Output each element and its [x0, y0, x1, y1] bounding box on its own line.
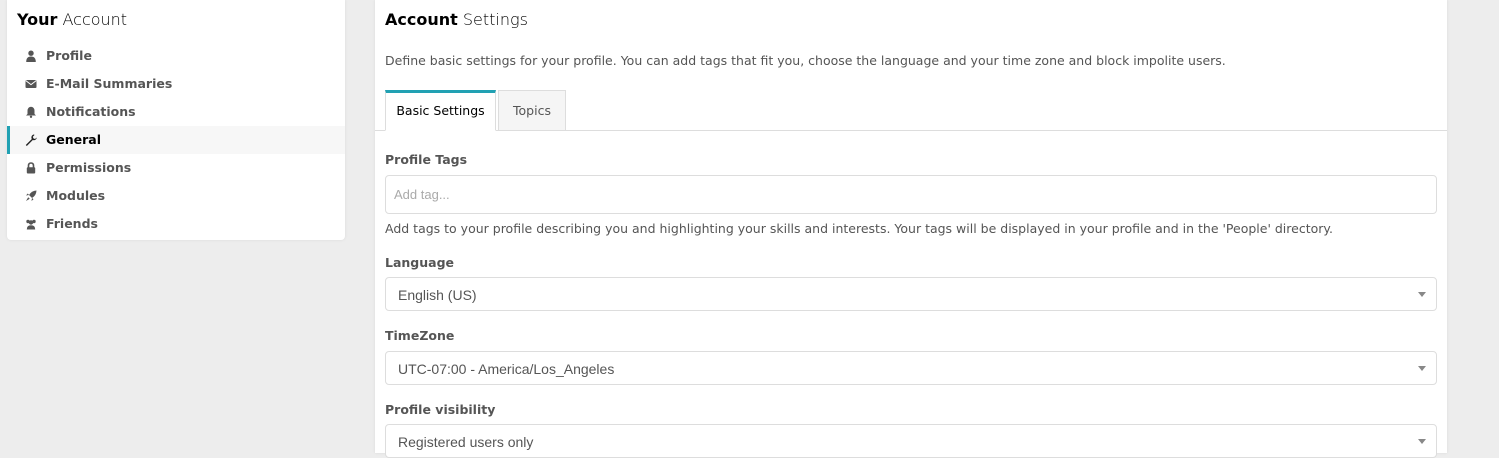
- bell-icon: [25, 106, 37, 118]
- timezone-label: TimeZone: [385, 328, 455, 343]
- profile-tags-help: Add tags to your profile describing you …: [385, 221, 1333, 236]
- lock-icon: [25, 162, 37, 174]
- page-title: Account Settings: [385, 10, 528, 29]
- account-settings-panel: Account Settings Define basic settings f…: [375, 0, 1447, 458]
- sidebar-title: Your Account: [17, 10, 128, 29]
- sidebar-item-permissions[interactable]: Permissions: [7, 154, 345, 182]
- account-menu: Profile E-Mail Summaries Notifications G…: [7, 42, 345, 238]
- profile-visibility-label: Profile visibility: [385, 402, 496, 417]
- envelope-icon: [25, 78, 37, 90]
- sidebar-item-modules[interactable]: Modules: [7, 182, 345, 210]
- sidebar-item-profile[interactable]: Profile: [7, 42, 345, 70]
- sidebar-item-label: Friends: [46, 216, 98, 231]
- chevron-down-icon: [1418, 292, 1426, 297]
- tab-topics[interactable]: Topics: [498, 90, 566, 130]
- sidebar-item-label: Profile: [46, 48, 92, 63]
- settings-description: Define basic settings for your profile. …: [385, 53, 1226, 68]
- sidebar-item-label: E-Mail Summaries: [46, 76, 173, 91]
- sidebar-item-general[interactable]: General: [7, 126, 345, 154]
- sidebar-item-label: Permissions: [46, 160, 132, 175]
- profile-visibility-value: Registered users only: [398, 434, 534, 450]
- timezone-select[interactable]: UTC-07:00 - America/Los_Angeles: [385, 351, 1437, 385]
- profile-tags-field[interactable]: [385, 175, 1437, 214]
- sidebar-item-label: General: [46, 132, 101, 147]
- sidebar-item-friends[interactable]: Friends: [7, 210, 345, 238]
- users-icon: [25, 218, 37, 230]
- sidebar-item-label: Modules: [46, 188, 106, 203]
- account-sidebar: Your Account Profile E-Mail Summaries No…: [7, 0, 345, 240]
- sidebar-item-email-summaries[interactable]: E-Mail Summaries: [7, 70, 345, 98]
- sidebar-item-notifications[interactable]: Notifications: [7, 98, 345, 126]
- wrench-icon: [25, 134, 37, 146]
- chevron-down-icon: [1418, 366, 1426, 371]
- profile-tags-label: Profile Tags: [385, 152, 468, 167]
- sidebar-item-label: Notifications: [46, 104, 136, 119]
- language-select[interactable]: English (US): [385, 277, 1437, 311]
- language-value: English (US): [398, 287, 477, 303]
- user-icon: [25, 50, 37, 62]
- language-label: Language: [385, 255, 455, 270]
- rocket-icon: [25, 190, 37, 202]
- chevron-down-icon: [1418, 439, 1426, 444]
- tab-basic-settings[interactable]: Basic Settings: [385, 90, 496, 131]
- timezone-value: UTC-07:00 - America/Los_Angeles: [398, 361, 615, 377]
- tag-input[interactable]: [394, 187, 1294, 202]
